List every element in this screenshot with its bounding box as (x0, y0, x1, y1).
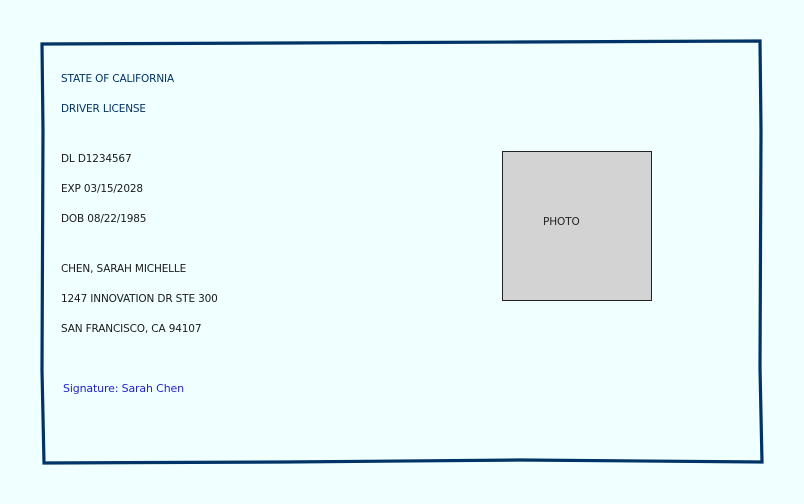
license-card: STATE OF CALIFORNIA DRIVER LICENSE DL D1… (0, 0, 804, 504)
photo-label: PHOTO (543, 216, 580, 228)
expiration-date: EXP 03/15/2028 (61, 183, 143, 195)
state-name: STATE OF CALIFORNIA (61, 73, 175, 85)
holder-name: CHEN, SARAH MICHELLE (61, 263, 187, 275)
photo-placeholder: PHOTO (502, 151, 652, 301)
date-of-birth: DOB 08/22/1985 (61, 213, 147, 225)
address-line-2: SAN FRANCISCO, CA 94107 (61, 323, 202, 335)
document-type: DRIVER LICENSE (61, 103, 146, 115)
address-line-1: 1247 INNOVATION DR STE 300 (61, 293, 218, 305)
license-number: DL D1234567 (61, 153, 132, 165)
signature: Signature: Sarah Chen (63, 382, 184, 395)
